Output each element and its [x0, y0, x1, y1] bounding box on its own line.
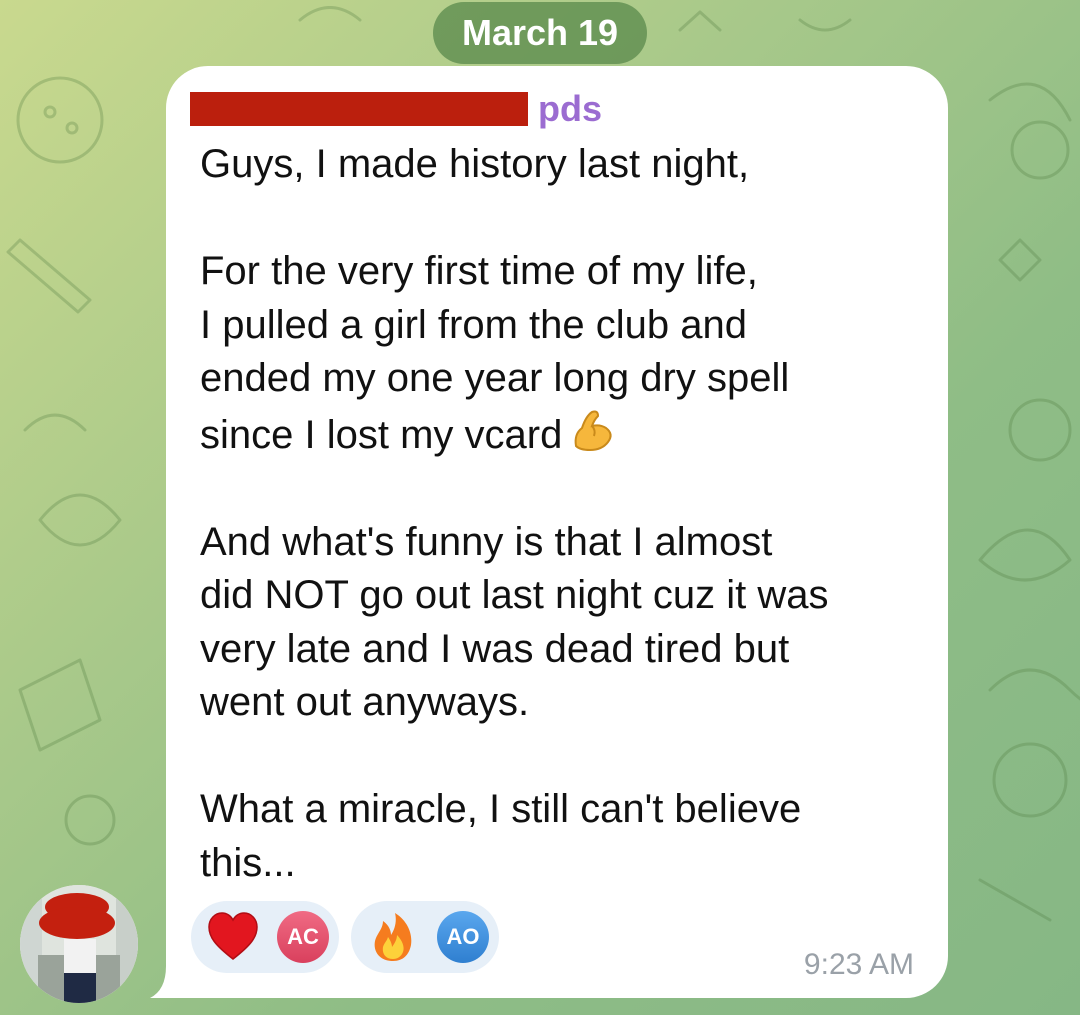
message-paragraph: Guys, I made history last night,	[200, 142, 750, 186]
message-timestamp: 9:23 AM	[803, 948, 914, 981]
red-heart-icon	[208, 912, 258, 960]
reactions-bar: AC AO	[191, 901, 499, 973]
reaction-user-avatar: AO	[437, 911, 489, 963]
message-paragraph: And what's funny is that I almost did NO…	[200, 519, 829, 725]
fire-icon	[374, 913, 412, 961]
flexed-biceps-emoji-icon	[574, 410, 612, 451]
date-separator: March 19	[433, 2, 647, 64]
message-bubble[interactable]: pds Guys, I made history last night, For…	[166, 66, 948, 998]
reaction-heart[interactable]: AC	[191, 901, 339, 973]
message-paragraph-text: For the very first time of my life, I pu…	[200, 249, 790, 457]
sender-name-redaction	[190, 92, 528, 126]
reaction-user-avatar: AC	[277, 911, 329, 963]
sender-avatar[interactable]	[20, 885, 138, 1003]
avatar-photo	[20, 885, 138, 1003]
message-text: Guys, I made history last night, For the…	[200, 138, 940, 890]
sender-header[interactable]: pds	[190, 84, 602, 134]
reaction-fire[interactable]: AO	[351, 901, 499, 973]
sender-name[interactable]: pds	[538, 88, 602, 130]
message-paragraph: What a miracle, I still can't believe th…	[200, 787, 802, 885]
message-paragraph: For the very first time of my life, I pu…	[200, 245, 940, 462]
